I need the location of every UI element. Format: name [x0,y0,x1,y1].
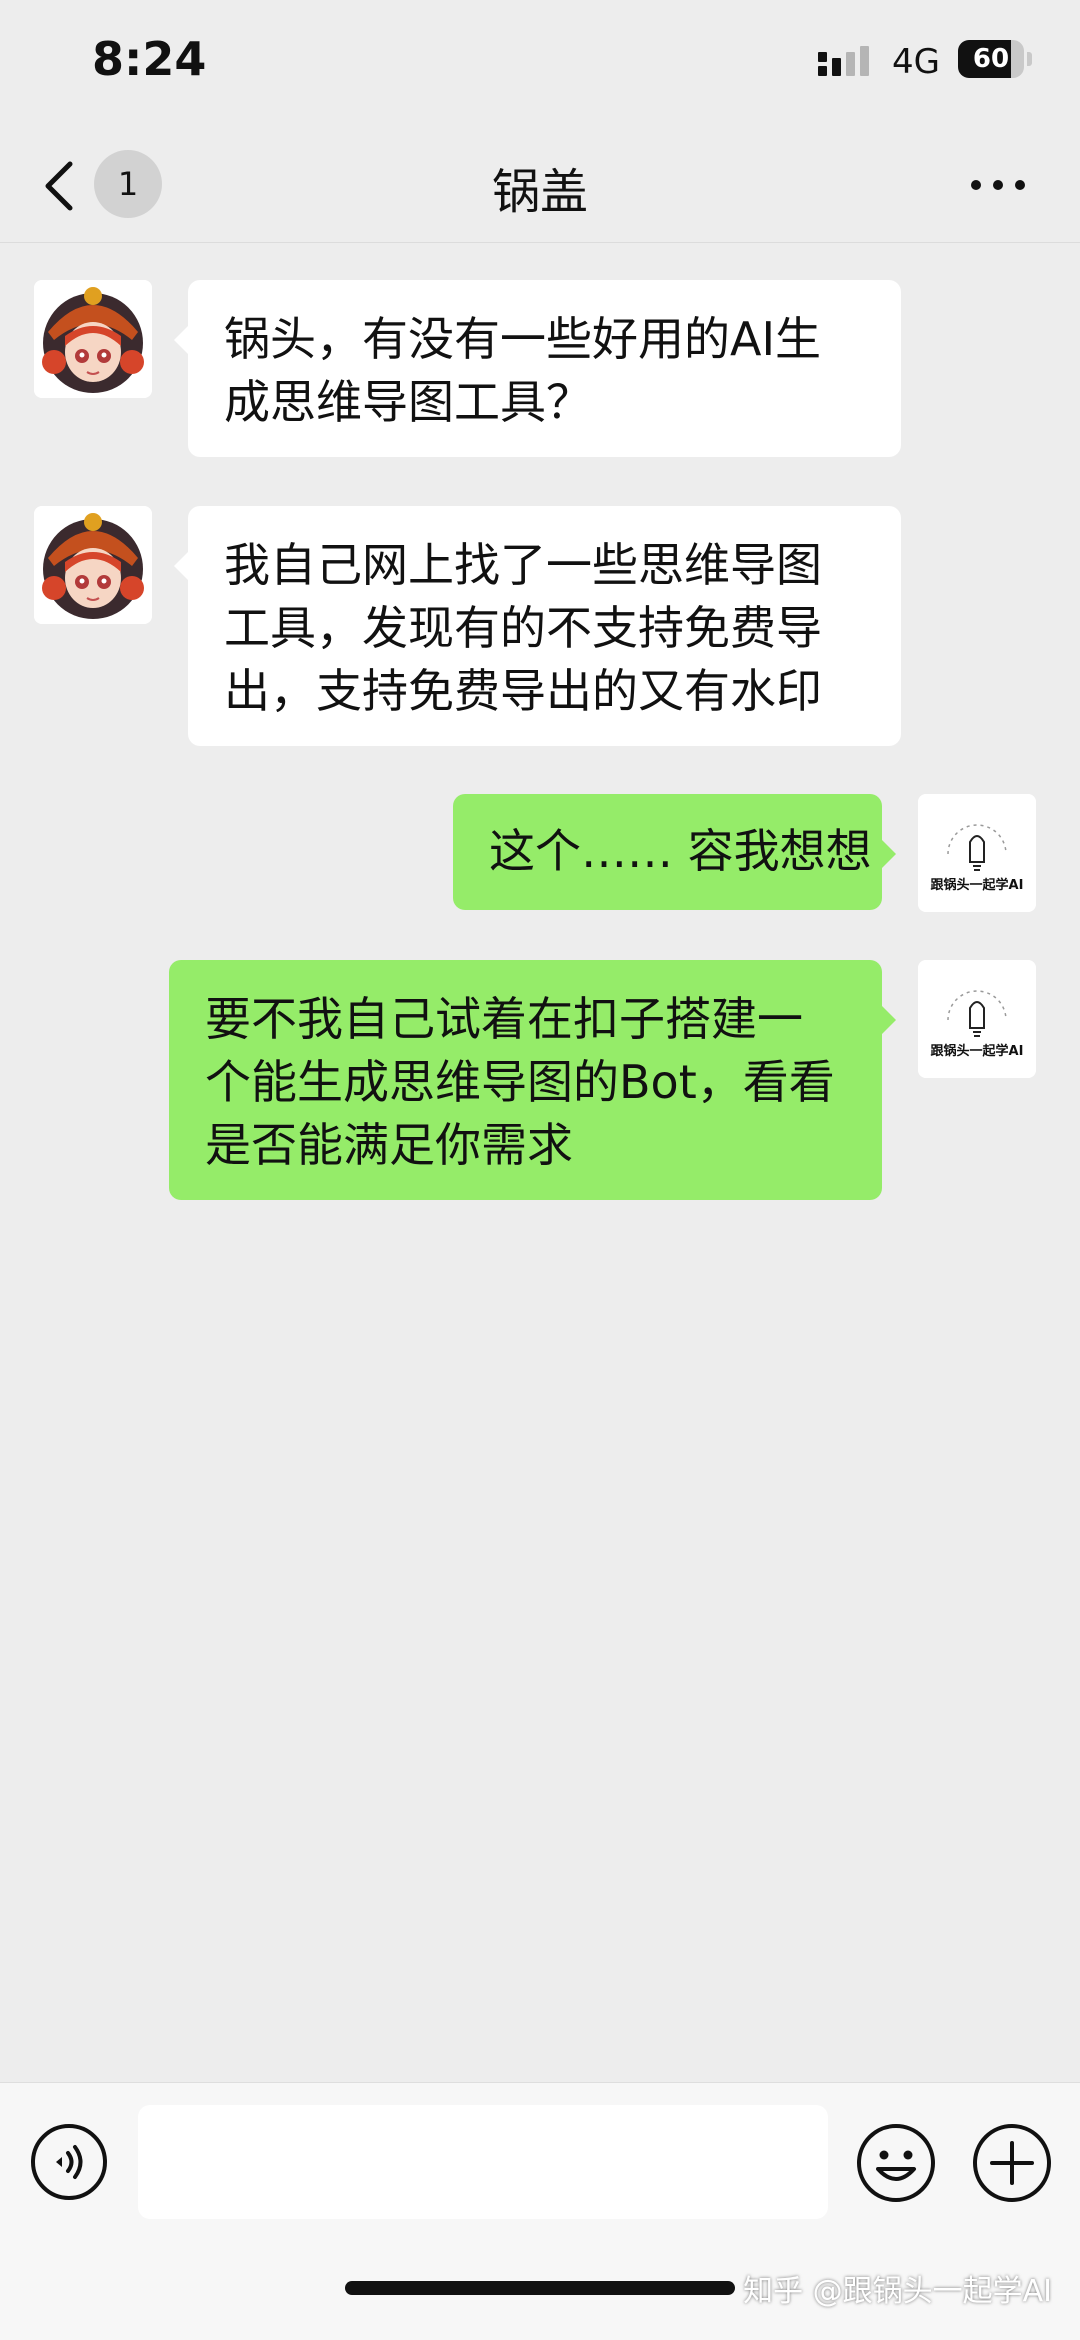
self-avatar[interactable]: 跟锅头一起学AI [918,794,1036,912]
lightbulb-logo-icon [947,990,1007,1037]
message-input[interactable] [138,2105,828,2219]
emoji-icon[interactable] [856,2123,936,2203]
battery-icon: 60 [958,40,1032,78]
unread-count-badge[interactable]: 1 [94,150,162,218]
network-type: 4G [892,42,940,82]
plus-circle-icon[interactable] [972,2123,1052,2203]
cartoon-girl-avatar-icon [34,506,152,624]
chat-title: 锅盖 [491,164,588,220]
message-text: 这个…… 容我想想 [489,824,872,878]
contact-avatar[interactable] [34,280,152,398]
home-indicator[interactable] [345,2281,735,2295]
contact-avatar[interactable] [34,506,152,624]
chevron-left-icon[interactable] [40,158,80,214]
message-text: 我自己网上找了一些思维导图工具，发现有的不支持免费导出，支持免费导出的又有水印 [224,538,822,718]
chat-header: 1 锅盖 [0,130,1080,243]
incoming-message-bubble[interactable]: 我自己网上找了一些思维导图工具，发现有的不支持免费导出，支持免费导出的又有水印 [174,506,901,746]
self-avatar[interactable]: 跟锅头一起学AI [918,960,1036,1078]
incoming-message-bubble[interactable]: 锅头，有没有一些好用的AI生成思维导图工具？ [174,280,901,457]
message-text: 锅头，有没有一些好用的AI生成思维导图工具？ [224,312,822,429]
cartoon-girl-avatar-icon [34,280,152,398]
self-avatar-label: 跟锅头一起学AI [930,878,1024,893]
outgoing-message-bubble[interactable]: 这个…… 容我想想 [453,794,896,910]
battery-level: 60 [972,44,1010,74]
outgoing-message-bubble[interactable]: 要不我自己试着在扣子搭建一个能生成思维导图的Bot，看看是否能满足你需求 [169,960,896,1200]
more-dots-icon[interactable] [968,170,1028,200]
signal-bars-icon [818,46,872,76]
message-text: 要不我自己试着在扣子搭建一个能生成思维导图的Bot，看看是否能满足你需求 [205,992,835,1172]
watermark: 知乎 @跟锅头一起学AI [743,2274,1052,2309]
lightbulb-logo-icon [947,824,1007,871]
status-bar: 8:24 4G 60 [0,0,1080,130]
voice-icon[interactable] [30,2123,108,2201]
self-avatar-label: 跟锅头一起学AI [930,1044,1024,1059]
status-time: 8:24 [92,32,207,86]
